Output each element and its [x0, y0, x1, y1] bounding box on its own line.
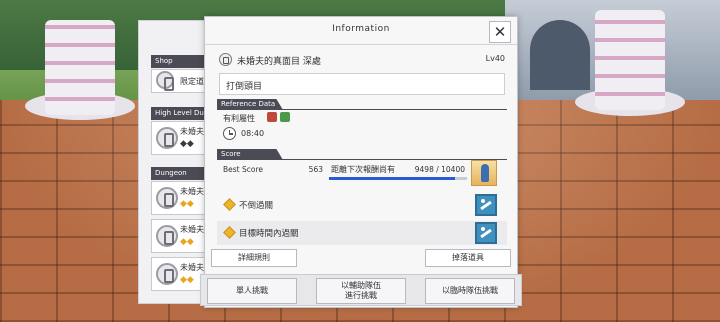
objective-row: 不倒過關 [217, 193, 507, 217]
action-bar: 單人挑戰 以輔助隊伍 進行挑戰 以臨時隊伍挑戰 [200, 274, 522, 306]
rules-button[interactable]: 詳細規則 [211, 249, 297, 267]
quest-lock-icon [219, 53, 232, 66]
card-title: 未婚夫 [180, 225, 204, 234]
next-reward-label: 距離下次報酬尚有 [331, 165, 395, 174]
lock-icon [156, 225, 178, 247]
quest-name: 未婚夫的真面目 深處 [237, 57, 321, 67]
solo-challenge-button[interactable]: 單人挑戰 [207, 278, 297, 304]
card-marks: ◆◆ [180, 199, 194, 209]
shop-item-label: 限定道 [180, 77, 204, 86]
cake-right [595, 10, 665, 110]
progress-text: 9498 / 10400 [414, 165, 465, 174]
objective-reward-icon[interactable] [475, 222, 497, 244]
quest-level: Lv40 [485, 54, 505, 63]
best-score-value: 563 [308, 165, 323, 174]
clock-icon [223, 127, 236, 140]
quest-row: 未婚夫的真面目 深處 Lv40 [219, 53, 505, 69]
close-button[interactable]: ✕ [489, 21, 511, 43]
score-divider [217, 159, 507, 160]
objective-gem-icon [223, 226, 236, 239]
card-marks: ◆◆ [180, 139, 194, 149]
lock-icon [156, 263, 178, 285]
reward-progress-fill [329, 177, 455, 180]
objective-gem-icon [223, 198, 236, 211]
shop-item-icon [156, 71, 174, 91]
reward-item-icon[interactable] [471, 160, 497, 186]
cake-left [45, 20, 115, 115]
information-dialog: Information ✕ 未婚夫的真面目 深處 Lv40 打倒頭目 Refer… [204, 16, 518, 308]
objective-text: 不倒過關 [239, 201, 274, 211]
dialog-header: Information ✕ [205, 17, 517, 45]
temp-team-challenge-button[interactable]: 以臨時隊伍挑戰 [425, 278, 515, 304]
objective-reward-icon[interactable] [475, 194, 497, 216]
objective-row: 目標時間內過關 [217, 221, 507, 245]
lock-icon [156, 187, 178, 209]
building-arch [530, 20, 590, 90]
reward-progress-bar [329, 177, 467, 180]
dialog-title: Information [332, 24, 390, 34]
fire-attribute-icon [267, 112, 277, 122]
card-title: 未婚夫 [180, 187, 204, 196]
card-marks: ◆◆ [180, 275, 194, 285]
support-team-challenge-button[interactable]: 以輔助隊伍 進行挑戰 [316, 278, 406, 304]
reference-divider [217, 109, 507, 110]
objective-text: 目標時間內過關 [239, 229, 299, 239]
attribute-label: 有利屬性 [223, 114, 255, 123]
best-score-label: Best Score [223, 165, 263, 174]
drops-button[interactable]: 掉落道具 [425, 249, 511, 267]
wind-attribute-icon [280, 112, 290, 122]
quest-description: 打倒頭目 [219, 73, 505, 95]
time-limit: 08:40 [241, 129, 265, 138]
card-marks: ◆◆ [180, 237, 194, 247]
card-title: 未婚夫 [180, 127, 204, 136]
card-title: 未婚夫 [180, 263, 204, 272]
lock-icon [156, 127, 178, 149]
